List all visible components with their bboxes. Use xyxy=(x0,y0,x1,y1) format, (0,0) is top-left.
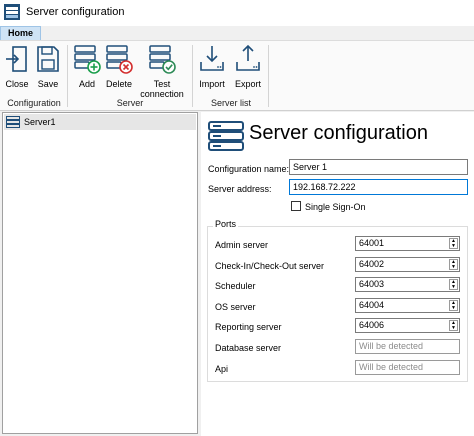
server-add-icon xyxy=(74,45,101,74)
port-spinner-scheduler[interactable]: 64003 ▲ ▼ xyxy=(355,277,460,292)
config-name-label: Configuration name: xyxy=(208,164,290,174)
port-spinner-reporting[interactable]: 64006 ▲ ▼ xyxy=(355,318,460,333)
sso-label: Single Sign-On xyxy=(305,202,366,212)
import-label: Import xyxy=(199,79,225,89)
server-stack-icon xyxy=(208,121,244,151)
port-spinner-checkin[interactable]: 64002 ▲ ▼ xyxy=(355,257,460,272)
group-label-server: Server xyxy=(116,98,144,108)
port-label-admin: Admin server xyxy=(215,240,269,250)
group-label-server-list: Server list xyxy=(210,98,251,108)
sso-checkbox[interactable] xyxy=(291,201,301,211)
ribbon: Close Save Add Delete Test connection Im… xyxy=(0,40,474,111)
port-spinner-os[interactable]: 64004 ▲ ▼ xyxy=(355,298,460,313)
group-label-configuration: Configuration xyxy=(7,98,61,108)
ports-legend: Ports xyxy=(213,219,239,229)
close-button[interactable]: Close xyxy=(4,43,30,89)
add-server-button[interactable]: Add xyxy=(72,43,102,89)
window-title: Server configuration xyxy=(26,6,125,18)
export-tray-icon xyxy=(236,44,260,71)
configuration-panel: Server configuration Configuration name:… xyxy=(201,112,474,436)
port-value: 64003 xyxy=(359,279,385,289)
group-separator xyxy=(268,45,269,107)
add-label: Add xyxy=(78,79,95,89)
config-name-input[interactable]: Server 1 xyxy=(289,159,468,175)
group-separator xyxy=(67,45,68,107)
spinner-arrows-icon[interactable]: ▲ ▼ xyxy=(449,259,458,270)
test-connection-button[interactable]: Test connection xyxy=(138,43,186,99)
save-label: Save xyxy=(37,79,59,89)
port-value: 64001 xyxy=(359,238,385,248)
port-label-checkin: Check-In/Check-Out server xyxy=(215,261,325,271)
import-tray-icon xyxy=(200,46,224,71)
save-button[interactable]: Save xyxy=(34,43,62,89)
port-label-database: Database server xyxy=(215,343,282,353)
server-address-label: Server address: xyxy=(208,184,272,194)
server-check-icon xyxy=(149,45,176,74)
close-label: Close xyxy=(5,79,29,89)
group-separator xyxy=(192,45,193,107)
server-address-input[interactable]: 192.168.72.222 xyxy=(289,179,468,195)
title-bar: Server configuration xyxy=(0,0,474,26)
floppy-disk-icon xyxy=(37,46,59,72)
exit-door-icon xyxy=(6,46,27,72)
tree-item-label: Server1 xyxy=(24,117,56,127)
page-title: Server configuration xyxy=(249,122,428,144)
tree-item-server1[interactable]: Server1 xyxy=(4,114,196,130)
import-button[interactable]: Import xyxy=(197,43,227,89)
test-label-line1: Test xyxy=(153,79,171,89)
port-value: 64002 xyxy=(359,259,385,269)
spinner-arrows-icon[interactable]: ▲ ▼ xyxy=(449,238,458,249)
port-spinner-admin[interactable]: 64001 ▲ ▼ xyxy=(355,236,460,251)
spinner-arrows-icon[interactable]: ▲ ▼ xyxy=(449,320,458,331)
port-value: 64006 xyxy=(359,320,385,330)
spinner-arrows-icon[interactable]: ▲ ▼ xyxy=(449,300,458,311)
port-label-api: Api xyxy=(215,364,229,374)
export-label: Export xyxy=(234,79,261,89)
port-label-scheduler: Scheduler xyxy=(215,281,256,291)
port-input-api[interactable]: Will be detected xyxy=(355,360,460,375)
server-tree: Server1 xyxy=(2,112,198,434)
server-delete-icon xyxy=(106,45,133,74)
server-config-app-icon xyxy=(4,4,20,20)
spinner-arrows-icon[interactable]: ▲ ▼ xyxy=(449,279,458,290)
export-button[interactable]: Export xyxy=(232,43,264,89)
ribbon-tab-row: Home xyxy=(0,26,474,40)
port-value: 64004 xyxy=(359,300,385,310)
port-input-database[interactable]: Will be detected xyxy=(355,339,460,354)
delete-server-button[interactable]: Delete xyxy=(104,43,134,89)
server-icon xyxy=(6,116,20,128)
port-label-os: OS server xyxy=(215,302,256,312)
delete-label: Delete xyxy=(105,79,132,89)
port-label-reporting: Reporting server xyxy=(215,322,282,332)
tab-home[interactable]: Home xyxy=(0,26,41,40)
